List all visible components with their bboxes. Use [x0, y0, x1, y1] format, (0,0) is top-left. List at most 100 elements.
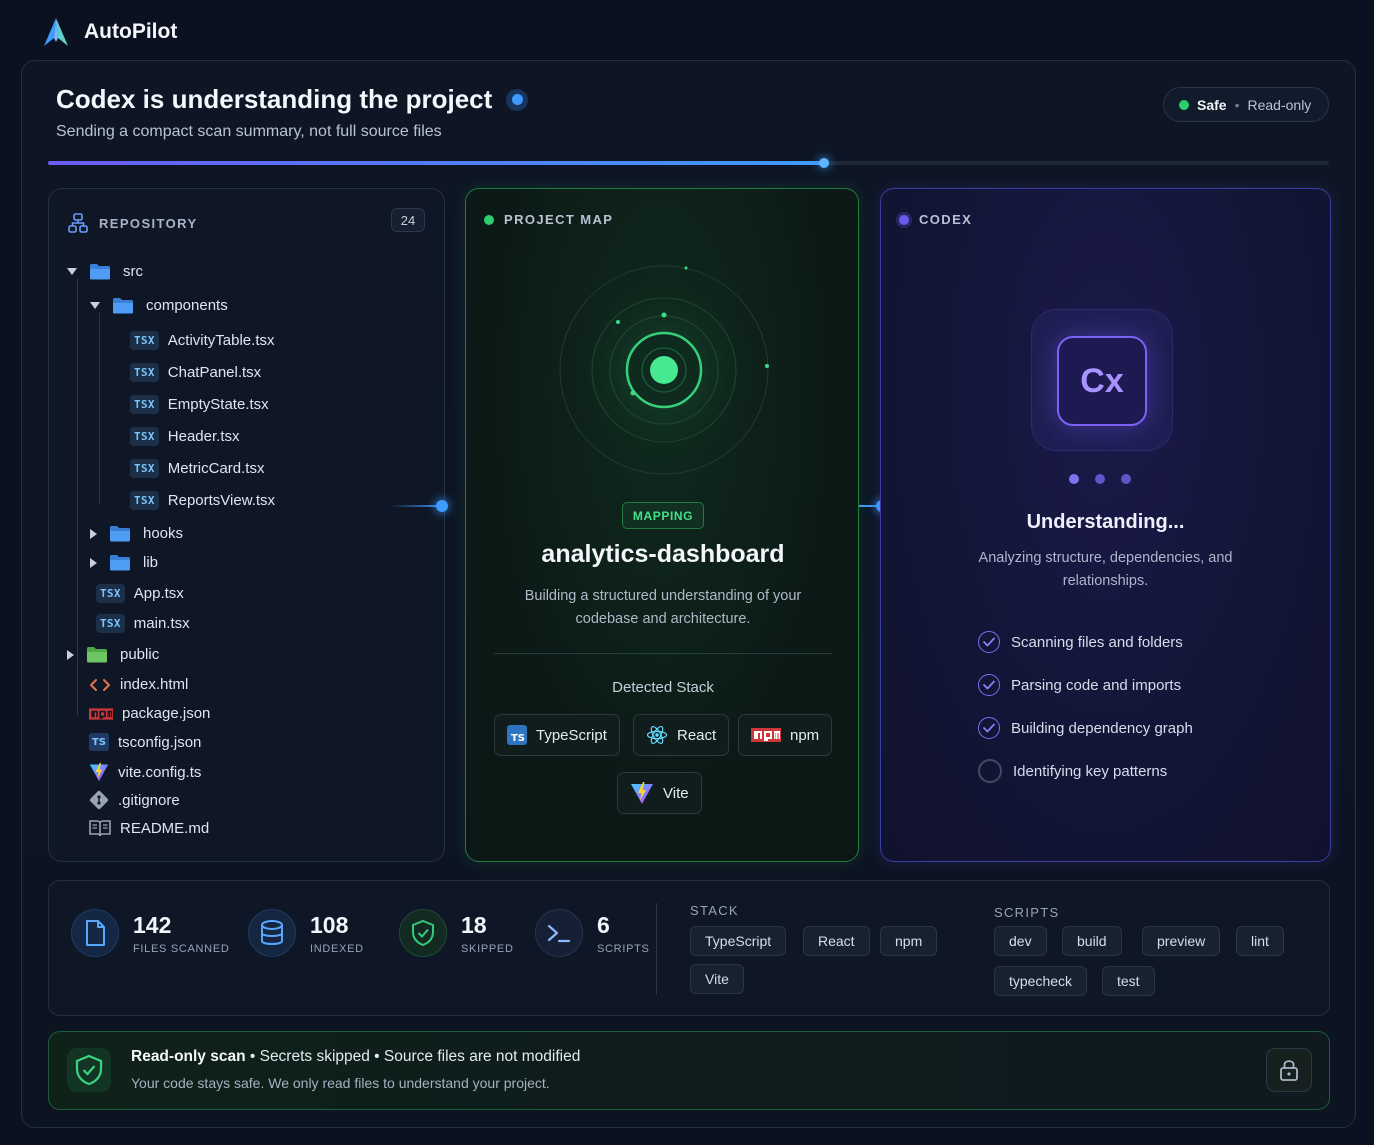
stats-divider	[656, 903, 657, 995]
page-subtitle: Sending a compact scan summary, not full…	[56, 123, 442, 140]
vite-icon	[89, 762, 109, 782]
tree-item-label: main.tsx	[133, 615, 190, 632]
tree-item-emptystate-tsx[interactable]: TSX EmptyState.tsx	[130, 395, 269, 414]
top-bar: AutoPilot	[40, 14, 177, 50]
tree-item-main-tsx[interactable]: TSX main.tsx	[96, 614, 190, 633]
codex-step-label: Parsing code and imports	[1011, 676, 1182, 694]
git-icon	[89, 790, 109, 810]
codex-step: Parsing code and imports	[978, 674, 1181, 696]
chevron-right-icon[interactable]	[90, 528, 97, 539]
stack-chip-label: Vite	[663, 784, 689, 802]
safe-status-dot	[1179, 99, 1189, 110]
tree-item-activitytable-tsx[interactable]: TSX ActivityTable.tsx	[130, 331, 274, 350]
stat-label: SCRIPTS	[597, 943, 650, 955]
stack-section-label: STACK	[690, 903, 739, 918]
tree-item-app-tsx[interactable]: TSX App.tsx	[96, 584, 184, 603]
lock-button[interactable]	[1266, 1048, 1312, 1092]
stat-label: FILES SCANNED	[133, 943, 230, 955]
script-tag-dev[interactable]: dev	[994, 926, 1047, 956]
tree-item-readme-md[interactable]: README.md	[89, 819, 209, 837]
script-tag-preview[interactable]: preview	[1142, 926, 1221, 956]
page-heading: Codex is understanding the project	[56, 84, 529, 115]
tree-item-gitignore[interactable]: .gitignore	[89, 790, 180, 810]
vite-icon	[631, 782, 653, 804]
stat-label: SKIPPED	[461, 943, 514, 955]
tree-item-label: hooks	[143, 525, 184, 542]
stack-tag: Vite	[690, 964, 744, 994]
script-tag-lint[interactable]: lint	[1236, 926, 1284, 956]
stat-label: INDEXED	[310, 943, 364, 955]
tree-item-label: README.md	[120, 819, 210, 837]
chevron-right-icon[interactable]	[67, 649, 74, 660]
repository-count-badge: 24	[391, 208, 425, 232]
project-map-divider	[494, 653, 832, 654]
tree-item-index-html[interactable]: index.html	[89, 676, 188, 693]
tree-guide-components	[99, 313, 100, 505]
tree-item-chatpanel-tsx[interactable]: TSX ChatPanel.tsx	[130, 363, 261, 382]
stack-chip-react: React	[633, 714, 730, 756]
repository-header: REPOSITORY	[67, 212, 198, 234]
stat-files-scanned: 142 FILES SCANNED	[71, 909, 230, 957]
footer-headline-bold: Read-only scan	[131, 1048, 246, 1065]
detected-stack-label: Detected Stack	[612, 679, 714, 696]
codex-status-dot	[899, 214, 909, 225]
stat-value: 108	[310, 912, 349, 938]
chevron-right-icon[interactable]	[90, 557, 97, 568]
project-name: analytics-dashboard	[541, 540, 785, 568]
codex-panel: CODEX Cx Understanding... Analyzing stru…	[880, 188, 1331, 862]
scan-progress-fill	[48, 161, 825, 165]
codex-status-text: Understanding...	[1026, 511, 1185, 533]
typescript-icon: TS	[89, 733, 109, 751]
tree-item-src[interactable]: src	[67, 263, 143, 280]
stack-chip-label: React	[677, 726, 717, 744]
tree-item-label: src	[123, 263, 143, 280]
tree-item-metriccard-tsx[interactable]: TSX MetricCard.tsx	[130, 459, 264, 478]
chevron-down-icon[interactable]	[67, 268, 77, 275]
codex-description: Analyzing structure, dependencies, and r…	[978, 550, 1233, 589]
codex-step-label: Building dependency graph	[1011, 719, 1193, 737]
tree-item-reportsview-tsx[interactable]: TSX ReportsView.tsx	[130, 491, 275, 510]
folder-icon	[89, 263, 111, 280]
database-icon	[248, 909, 296, 957]
script-tag-build[interactable]: build	[1062, 926, 1122, 956]
tree-item-package-json[interactable]: package.json	[89, 705, 210, 722]
tree-item-label: Header.tsx	[167, 428, 240, 445]
stat-value: 142	[133, 912, 172, 938]
pending-spinner-icon	[978, 759, 1002, 783]
tree-item-header-tsx[interactable]: TSX Header.tsx	[130, 427, 240, 446]
terminal-icon	[535, 909, 583, 957]
tree-item-label: ReportsView.tsx	[167, 492, 276, 509]
tree-item-vite-config-ts[interactable]: vite.config.ts	[89, 762, 201, 782]
stack-chip-typescript: TS TypeScript	[494, 714, 620, 756]
connector-left-dot	[436, 500, 448, 512]
script-tag-typecheck[interactable]: typecheck	[994, 966, 1088, 996]
tree-item-hooks[interactable]: hooks	[90, 525, 183, 542]
tree-item-label: App.tsx	[133, 585, 184, 602]
activity-indicator	[506, 88, 529, 111]
tsx-file-icon: TSX	[130, 427, 159, 446]
tree-item-lib[interactable]: lib	[90, 554, 158, 571]
tree-item-label: .gitignore	[118, 791, 180, 809]
stat-skipped: 18 SKIPPED	[399, 909, 514, 957]
shield-check-icon	[399, 909, 447, 957]
folder-icon	[109, 554, 131, 571]
folder-icon	[112, 297, 134, 314]
page-title: Codex is understanding the project	[56, 84, 493, 114]
tsx-file-icon: TSX	[130, 331, 159, 350]
tree-item-components[interactable]: components	[90, 297, 228, 314]
book-icon	[89, 820, 111, 837]
tsx-file-icon: TSX	[130, 395, 159, 414]
footer-note: Your code stays safe. We only read files…	[131, 1075, 550, 1091]
app-title: AutoPilot	[84, 20, 178, 43]
script-tag-test[interactable]: test	[1102, 966, 1155, 996]
codex-title: CODEX	[919, 212, 973, 227]
repository-tree-icon	[68, 213, 88, 233]
lock-icon	[1280, 1060, 1298, 1081]
read-only-footer: Read-only scan • Secrets skipped • Sourc…	[48, 1031, 1330, 1110]
stack-tag: npm	[880, 926, 938, 956]
tree-item-tsconfig-json[interactable]: TS tsconfig.json	[89, 733, 201, 751]
chevron-down-icon[interactable]	[90, 302, 100, 309]
project-map-title: PROJECT MAP	[504, 212, 614, 227]
tree-item-public[interactable]: public	[67, 646, 159, 663]
stack-tag: TypeScript	[690, 926, 787, 956]
